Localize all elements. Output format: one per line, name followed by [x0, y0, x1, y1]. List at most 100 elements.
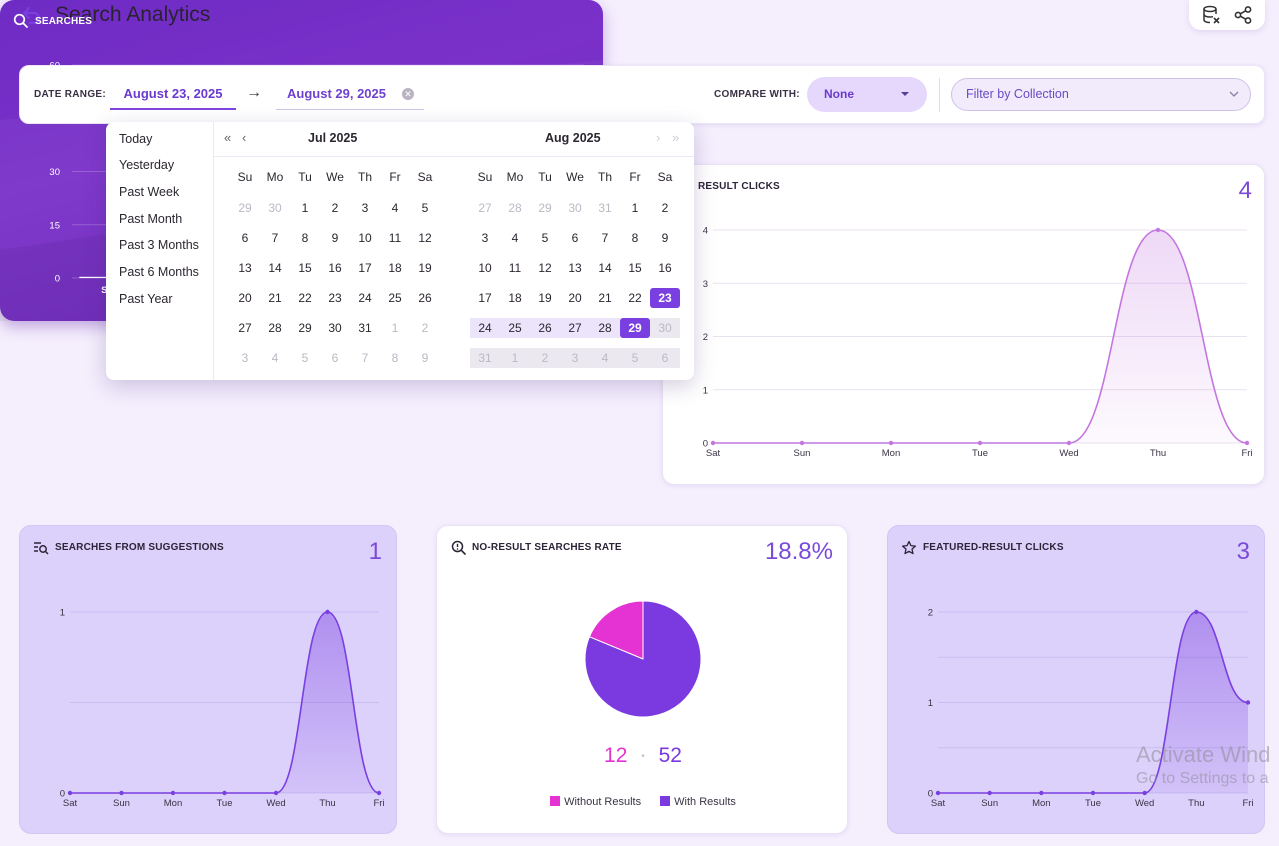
preset-past-year[interactable]: Past Year [119, 292, 173, 306]
calendar-day[interactable]: 14 [260, 258, 290, 278]
calendar-day[interactable]: 22 [290, 288, 320, 308]
calendar-day[interactable]: 26 [410, 288, 440, 308]
calendar-day[interactable]: 8 [620, 228, 650, 248]
calendar-day[interactable]: 7 [350, 348, 380, 368]
calendar-day[interactable]: 12 [410, 228, 440, 248]
next-month-icon[interactable]: › [656, 130, 660, 145]
calendar-day[interactable]: 18 [500, 288, 530, 308]
calendar-day[interactable]: 28 [590, 318, 620, 338]
calendar-day[interactable]: 25 [380, 288, 410, 308]
calendar-day[interactable]: 28 [260, 318, 290, 338]
calendar-day[interactable]: 24 [470, 318, 500, 338]
calendar-day[interactable]: 29 [230, 198, 260, 218]
calendar-day[interactable]: 11 [380, 228, 410, 248]
result-clicks-chart: 01234Sat Sun Mon Tue Wed Thu Fri [703, 226, 1253, 460]
compare-select[interactable]: None [807, 77, 927, 112]
preset-past-week[interactable]: Past Week [119, 185, 179, 199]
calendar-day[interactable]: 5 [530, 228, 560, 248]
share-icon[interactable] [1233, 5, 1253, 25]
calendar-day[interactable]: 31 [590, 198, 620, 218]
preset-past-6-months[interactable]: Past 6 Months [119, 265, 199, 279]
calendar-day[interactable]: 2 [650, 198, 680, 218]
preset-past-3-months[interactable]: Past 3 Months [119, 238, 199, 252]
calendar-day[interactable]: 8 [380, 348, 410, 368]
calendar-day[interactable]: 21 [260, 288, 290, 308]
calendar-day[interactable]: 5 [290, 348, 320, 368]
calendar-day[interactable]: 30 [650, 318, 680, 338]
database-clear-icon[interactable] [1201, 5, 1221, 25]
calendar-day[interactable]: 9 [320, 228, 350, 248]
calendar-day[interactable]: 20 [560, 288, 590, 308]
calendar-day[interactable]: 5 [410, 198, 440, 218]
calendar-day[interactable]: 31 [470, 348, 500, 368]
calendar-day[interactable]: 30 [260, 198, 290, 218]
calendar-day[interactable]: 27 [230, 318, 260, 338]
calendar-day[interactable]: 6 [650, 348, 680, 368]
preset-past-month[interactable]: Past Month [119, 212, 182, 226]
calendar-day[interactable]: 3 [230, 348, 260, 368]
prev-year-icon[interactable]: « [224, 130, 231, 145]
calendar-day[interactable]: 15 [620, 258, 650, 278]
calendar-day[interactable]: 23 [320, 288, 350, 308]
collection-filter-select[interactable]: Filter by Collection [951, 78, 1251, 111]
calendar-day[interactable]: 6 [560, 228, 590, 248]
calendar-day[interactable]: 3 [470, 228, 500, 248]
calendar-day[interactable]: 29 [620, 318, 650, 338]
calendar-day[interactable]: 2 [320, 198, 350, 218]
calendar-day[interactable]: 9 [410, 348, 440, 368]
calendar-day[interactable]: 3 [350, 198, 380, 218]
calendar-day[interactable]: 4 [590, 348, 620, 368]
calendar-day[interactable]: 13 [560, 258, 590, 278]
preset-yesterday[interactable]: Yesterday [119, 158, 174, 172]
calendar-day[interactable]: 2 [410, 318, 440, 338]
calendar-day[interactable]: 13 [230, 258, 260, 278]
calendar-day[interactable]: 31 [350, 318, 380, 338]
calendar-day[interactable]: 27 [560, 318, 590, 338]
calendar-day[interactable]: 17 [350, 258, 380, 278]
calendar-day[interactable]: 28 [500, 198, 530, 218]
calendar-day[interactable]: 1 [500, 348, 530, 368]
calendar-day[interactable]: 25 [500, 318, 530, 338]
prev-month-icon[interactable]: ‹ [242, 130, 246, 145]
next-year-icon[interactable]: » [672, 130, 679, 145]
calendar-day[interactable]: 11 [500, 258, 530, 278]
preset-today[interactable]: Today [119, 132, 152, 146]
calendar-day[interactable]: 15 [290, 258, 320, 278]
calendar-day[interactable]: 17 [470, 288, 500, 308]
calendar-day[interactable]: 16 [650, 258, 680, 278]
calendar-day[interactable]: 30 [560, 198, 590, 218]
calendar-day[interactable]: 4 [380, 198, 410, 218]
calendar-day[interactable]: 2 [530, 348, 560, 368]
calendar-day[interactable]: 1 [620, 198, 650, 218]
calendar-day[interactable]: 8 [290, 228, 320, 248]
calendar-day[interactable]: 4 [260, 348, 290, 368]
calendar-day[interactable]: 23 [650, 288, 680, 308]
calendar-day[interactable]: 29 [530, 198, 560, 218]
calendar-day[interactable]: 10 [470, 258, 500, 278]
calendar-day[interactable]: 4 [500, 228, 530, 248]
calendar-day[interactable]: 27 [470, 198, 500, 218]
calendar-day[interactable]: 5 [620, 348, 650, 368]
calendar-day[interactable]: 19 [530, 288, 560, 308]
calendar-day[interactable]: 30 [320, 318, 350, 338]
calendar-day[interactable]: 14 [590, 258, 620, 278]
calendar-day[interactable]: 9 [650, 228, 680, 248]
calendar-day[interactable]: 21 [590, 288, 620, 308]
calendar-day[interactable]: 18 [380, 258, 410, 278]
calendar-day[interactable]: 22 [620, 288, 650, 308]
calendar-day[interactable]: 7 [260, 228, 290, 248]
calendar-day[interactable]: 6 [230, 228, 260, 248]
calendar-day[interactable]: 24 [350, 288, 380, 308]
calendar-day[interactable]: 1 [290, 198, 320, 218]
calendar-day[interactable]: 7 [590, 228, 620, 248]
calendar-day[interactable]: 12 [530, 258, 560, 278]
calendar-day[interactable]: 16 [320, 258, 350, 278]
calendar-day[interactable]: 19 [410, 258, 440, 278]
calendar-day[interactable]: 26 [530, 318, 560, 338]
calendar-day[interactable]: 1 [380, 318, 410, 338]
calendar-day[interactable]: 20 [230, 288, 260, 308]
calendar-day[interactable]: 10 [350, 228, 380, 248]
calendar-day[interactable]: 3 [560, 348, 590, 368]
calendar-day[interactable]: 6 [320, 348, 350, 368]
calendar-day[interactable]: 29 [290, 318, 320, 338]
